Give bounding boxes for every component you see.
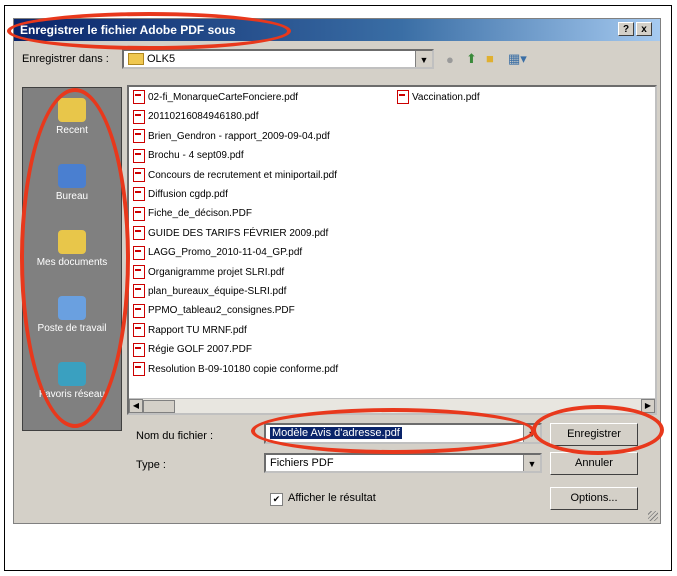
file-name: PPMO_tableau2_consignes.PDF	[148, 305, 295, 317]
place-recent[interactable]: Recent	[23, 98, 121, 136]
filetype-label: Type :	[136, 459, 166, 471]
place-my-documents[interactable]: Mes documents	[23, 230, 121, 268]
places-bar: Recent Bureau Mes documents Poste de tra…	[22, 87, 122, 431]
filename-value: Modèle Avis d'adresse.pdf	[270, 427, 402, 439]
file-name: Brien_Gendron - rapport_2009-09-04.pdf	[148, 130, 330, 142]
file-name: Régie GOLF 2007.PDF	[148, 344, 252, 356]
file-name: LAGG_Promo_2010-11-04_GP.pdf	[148, 247, 303, 259]
file-name: Organigramme projet SLRI.pdf	[148, 266, 285, 278]
my-documents-icon	[58, 230, 86, 254]
resize-grip[interactable]	[648, 511, 658, 521]
close-button[interactable]: x	[636, 22, 652, 36]
view-menu-icon[interactable]: ▦▾	[508, 51, 527, 67]
pdf-file-icon	[133, 226, 145, 241]
recent-folder-icon	[58, 98, 86, 122]
cancel-button[interactable]: Annuler	[550, 452, 638, 475]
place-desktop[interactable]: Bureau	[23, 164, 121, 202]
file-item[interactable]: Rapport TU MRNF.pdf	[133, 323, 247, 339]
filetype-value: Fichiers PDF	[270, 457, 334, 469]
save-in-combo[interactable]: OLK5 ▼	[122, 49, 434, 69]
title-bar: Enregistrer le fichier Adobe PDF sous ? …	[14, 19, 660, 41]
file-item[interactable]: plan_bureaux_équipe-SLRI.pdf	[133, 284, 286, 300]
file-item[interactable]: Brien_Gendron - rapport_2009-09-04.pdf	[133, 129, 330, 145]
file-item[interactable]: Vaccination.pdf	[397, 90, 480, 106]
file-item[interactable]: PPMO_tableau2_consignes.PDF	[133, 303, 295, 319]
save-in-label: Enregistrer dans :	[22, 53, 109, 65]
file-item[interactable]: Fiche_de_décison.PDF	[133, 206, 252, 222]
pdf-file-icon	[133, 187, 145, 202]
file-item[interactable]: Concours de recrutement et miniportail.p…	[133, 167, 337, 184]
file-name: Diffusion cgdp.pdf	[148, 189, 228, 200]
pdf-file-icon	[133, 206, 145, 221]
file-item[interactable]: 20110216084946180.pdf	[133, 109, 258, 125]
pdf-file-icon	[397, 90, 409, 105]
save-in-value: OLK5	[147, 53, 176, 65]
file-item[interactable]: GUIDE DES TARIFS FÉVRIER 2009.pdf	[133, 226, 328, 242]
pdf-file-icon	[133, 129, 145, 144]
file-name: 20110216084946180.pdf	[148, 111, 259, 123]
show-result-label: Afficher le résultat	[288, 492, 376, 504]
place-network[interactable]: Favoris réseau	[23, 362, 121, 400]
pdf-file-icon	[133, 167, 145, 182]
dialog-title: Enregistrer le fichier Adobe PDF sous	[20, 23, 236, 37]
pdf-file-icon	[133, 303, 145, 318]
filename-input[interactable]: Modèle Avis d'adresse.pdf ▼	[264, 423, 542, 444]
file-name: Resolution B-09-10180 copie conforme.pdf	[148, 363, 339, 375]
help-button[interactable]: ?	[618, 22, 634, 36]
file-name: Brochu - 4 sept09.pdf	[148, 150, 244, 162]
chevron-down-icon[interactable]: ▼	[523, 455, 540, 471]
desktop-icon	[58, 164, 86, 188]
my-computer-icon	[58, 296, 86, 320]
save-as-dialog: Enregistrer le fichier Adobe PDF sous ? …	[13, 18, 661, 524]
pdf-file-icon	[133, 342, 145, 357]
file-name: Concours de recrutement et miniportail.p…	[148, 169, 337, 181]
back-icon[interactable]: ●	[446, 52, 454, 67]
network-places-icon	[58, 362, 86, 386]
file-list[interactable]: ◀ ▶ 02-fi_MonarqueCarteFonciere.pdf 20110…	[127, 85, 657, 415]
chevron-down-icon[interactable]: ▼	[415, 51, 432, 67]
filetype-select[interactable]: Fichiers PDF ▼	[264, 453, 542, 473]
folder-icon	[128, 53, 144, 66]
pdf-file-icon	[133, 264, 145, 279]
options-button[interactable]: Options...	[550, 487, 638, 510]
file-item[interactable]: Brochu - 4 sept09.pdf	[133, 148, 244, 164]
filename-label: Nom du fichier :	[136, 430, 214, 442]
pdf-file-icon	[133, 90, 145, 105]
file-item[interactable]: Organigramme projet SLRI.pdf	[133, 264, 285, 281]
file-name: Rapport TU MRNF.pdf	[148, 324, 247, 336]
place-label: Bureau	[55, 191, 89, 202]
place-label: Recent	[56, 125, 88, 136]
new-folder-icon[interactable]: ■	[486, 51, 494, 66]
scroll-right-icon[interactable]: ▶	[641, 399, 655, 413]
file-item[interactable]: Régie GOLF 2007.PDF	[133, 342, 252, 358]
file-item[interactable]: LAGG_Promo_2010-11-04_GP.pdf	[133, 245, 302, 261]
place-my-computer[interactable]: Poste de travail	[23, 296, 121, 334]
place-label: Poste de travail	[37, 323, 107, 334]
horizontal-scrollbar[interactable]: ◀ ▶	[129, 398, 655, 413]
show-result-checkbox[interactable]: ✔	[270, 493, 283, 506]
file-item[interactable]: Diffusion cgdp.pdf	[133, 187, 228, 203]
pdf-file-icon	[133, 284, 145, 299]
up-folder-icon[interactable]: ⬆	[466, 51, 477, 67]
scroll-thumb[interactable]	[143, 400, 175, 413]
save-button[interactable]: Enregistrer	[550, 423, 638, 446]
file-item[interactable]: Resolution B-09-10180 copie conforme.pdf	[133, 361, 339, 378]
file-name: 02-fi_MonarqueCarteFonciere.pdf	[148, 92, 299, 103]
pdf-file-icon	[133, 245, 145, 260]
chevron-down-icon[interactable]: ▼	[523, 425, 540, 442]
place-label: Mes documents	[36, 257, 108, 268]
file-name: Fiche_de_décison.PDF	[148, 208, 252, 220]
pdf-file-icon	[133, 323, 145, 338]
pdf-file-icon	[133, 361, 145, 376]
pdf-file-icon	[133, 109, 145, 124]
pdf-file-icon	[133, 148, 145, 163]
file-name: GUIDE DES TARIFS FÉVRIER 2009.pdf	[148, 227, 329, 239]
file-name: plan_bureaux_équipe-SLRI.pdf	[148, 286, 287, 297]
place-label: Favoris réseau	[38, 389, 106, 400]
file-item[interactable]: 02-fi_MonarqueCarteFonciere.pdf	[133, 90, 298, 106]
scroll-left-icon[interactable]: ◀	[129, 399, 143, 413]
file-name: Vaccination.pdf	[412, 92, 480, 103]
